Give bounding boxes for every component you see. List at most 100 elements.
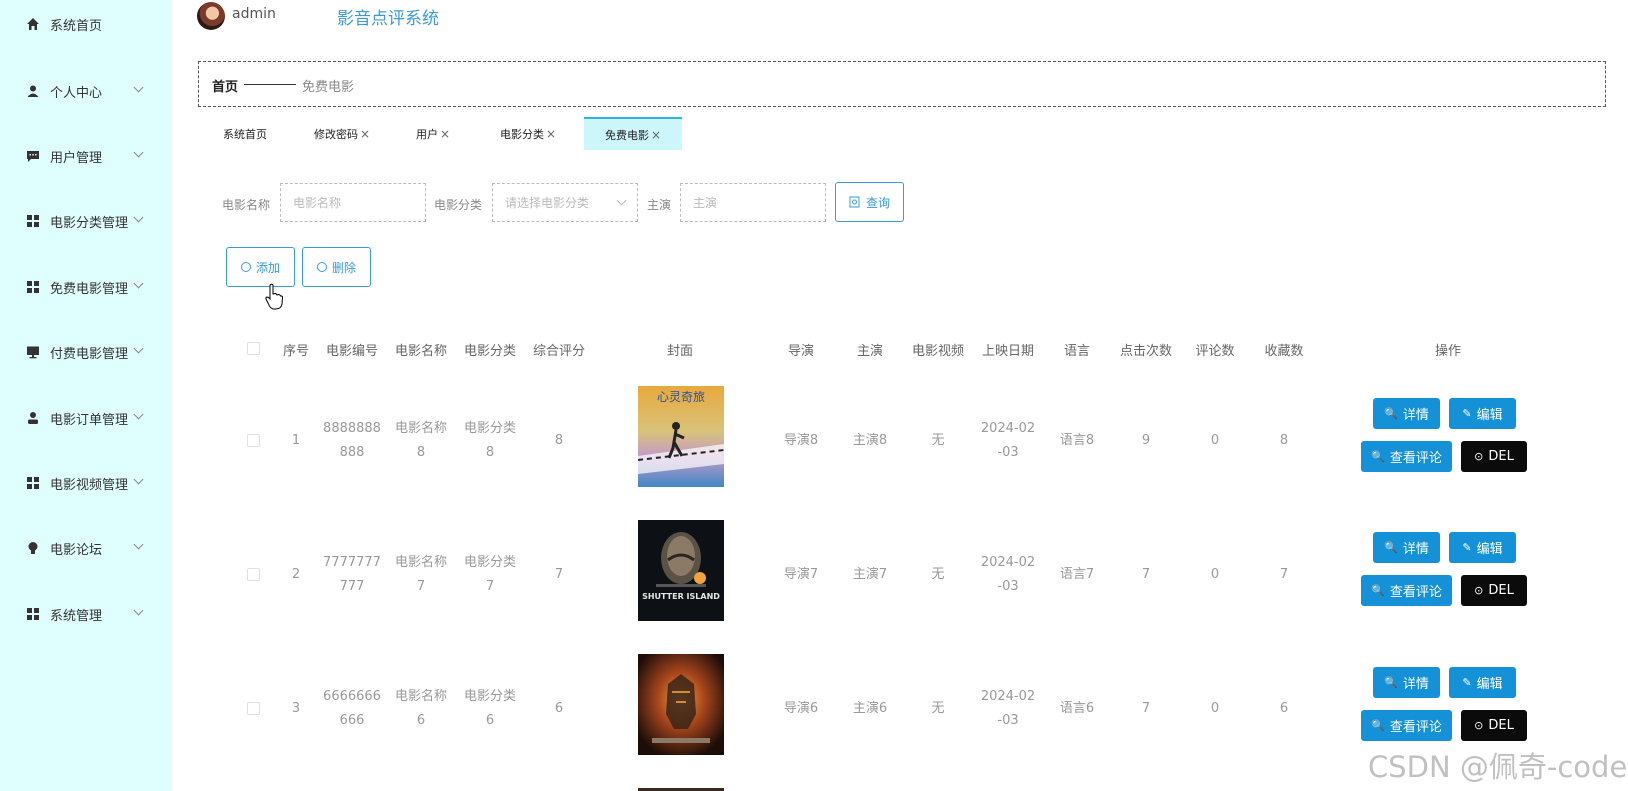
sidebar-item-paid-movie-management[interactable]: 付费电影管理 bbox=[0, 332, 172, 372]
close-icon[interactable]: × bbox=[440, 127, 450, 141]
query-button-label: 查询 bbox=[865, 195, 890, 210]
detail-button[interactable]: 🔍 详情 bbox=[1373, 667, 1440, 698]
cell-code: 8888888 bbox=[323, 421, 381, 436]
actor-input[interactable]: 主演 bbox=[680, 183, 826, 222]
sidebar-item-label: 个人中心 bbox=[50, 85, 103, 101]
edit-button[interactable]: ✎ 编辑 bbox=[1449, 398, 1516, 429]
tab-label: 用户 bbox=[415, 127, 438, 141]
sidebar-item-label: 系统管理 bbox=[50, 608, 103, 624]
del-button-label: DEL bbox=[1488, 583, 1514, 598]
sidebar-item-label: 系统首页 bbox=[50, 18, 103, 34]
cell-video: 无 bbox=[931, 701, 945, 716]
svg-text:心灵奇旅: 心灵奇旅 bbox=[657, 390, 705, 404]
row-checkbox[interactable] bbox=[247, 702, 260, 715]
sidebar-item-forum[interactable]: 电影论坛 bbox=[0, 528, 172, 568]
detail-button-label: 详情 bbox=[1402, 542, 1429, 557]
tab-bar: 系统首页 修改密码 × 用户 × 电影分类 × 免费电影 × bbox=[198, 117, 1606, 150]
sidebar-item-label: 付费电影管理 bbox=[50, 346, 129, 362]
breadcrumb-home[interactable]: 首页 bbox=[212, 76, 238, 95]
search-icon: 🔍 bbox=[1384, 676, 1398, 689]
movie-name-label: 电影名称 bbox=[222, 198, 271, 212]
breadcrumb-separator bbox=[244, 84, 296, 85]
row-checkbox[interactable] bbox=[247, 434, 260, 447]
sidebar-item-video-management[interactable]: 电影视频管理 bbox=[0, 463, 172, 503]
edit-button[interactable]: ✎ 编辑 bbox=[1449, 667, 1516, 698]
column-header: 语言 bbox=[1063, 344, 1091, 359]
cell-category: 电影分类 bbox=[463, 421, 517, 436]
column-header: 综合评分 bbox=[532, 344, 586, 359]
cell-clicks: 7 bbox=[1141, 567, 1151, 582]
cell-date: -03 bbox=[997, 579, 1019, 594]
username[interactable]: admin bbox=[232, 6, 276, 22]
del-button[interactable]: ⊙ DEL bbox=[1461, 575, 1527, 606]
view-comments-button-label: 查看评论 bbox=[1389, 720, 1442, 735]
movie-poster-image bbox=[638, 654, 724, 755]
row-checkbox[interactable] bbox=[247, 568, 260, 581]
tab-label: 修改密码 bbox=[313, 127, 358, 141]
cell-category: 电影分类 bbox=[463, 689, 517, 704]
cell-score: 7 bbox=[554, 567, 564, 582]
movie-category-select[interactable]: 请选择电影分类 bbox=[492, 183, 638, 222]
add-button-label: 添加 bbox=[255, 260, 280, 275]
sidebar-item-label: 电影订单管理 bbox=[50, 412, 129, 428]
cell-index: 1 bbox=[291, 433, 301, 448]
sidebar-item-system-management[interactable]: 系统管理 bbox=[0, 594, 172, 634]
sidebar-item-home[interactable]: 系统首页 bbox=[0, 4, 172, 44]
grid-icon bbox=[27, 608, 39, 620]
view-comments-button-label: 查看评论 bbox=[1389, 451, 1442, 466]
tab-free-movie[interactable]: 免费电影 × bbox=[584, 117, 682, 150]
delete-button[interactable]: 删除 bbox=[302, 247, 371, 287]
cell-actor: 主演7 bbox=[852, 567, 888, 582]
cell-category: 6 bbox=[485, 713, 495, 728]
add-button[interactable]: 添加 bbox=[226, 247, 295, 287]
sidebar-item-free-movie-management[interactable]: 免费电影管理 bbox=[0, 267, 172, 307]
view-comments-button[interactable]: 🔍 查看评论 bbox=[1361, 710, 1452, 741]
view-comments-button[interactable]: 🔍 查看评论 bbox=[1361, 441, 1452, 472]
edit-button-label: 编辑 bbox=[1476, 677, 1503, 692]
movie-poster-image: SHUTTER ISLAND bbox=[638, 520, 724, 621]
detail-button-label: 详情 bbox=[1402, 408, 1429, 423]
cell-favorites: 8 bbox=[1279, 433, 1289, 448]
cell-comments: 0 bbox=[1210, 567, 1220, 582]
close-icon[interactable]: × bbox=[651, 128, 661, 142]
cell-date: -03 bbox=[997, 713, 1019, 728]
close-icon[interactable]: × bbox=[546, 127, 556, 141]
del-button[interactable]: ⊙ DEL bbox=[1461, 710, 1527, 741]
close-icon[interactable]: × bbox=[360, 127, 370, 141]
cell-date: 2024-02 bbox=[980, 555, 1036, 570]
movie-name-input[interactable]: 电影名称 bbox=[280, 183, 426, 222]
app-title: 影音点评系统 bbox=[337, 9, 439, 29]
column-header: 导演 bbox=[787, 344, 815, 359]
breadcrumb: 首页 免费电影 bbox=[198, 61, 1606, 107]
grid-icon bbox=[27, 477, 39, 489]
tab-user[interactable]: 用户 × bbox=[404, 117, 462, 150]
column-header: 点击次数 bbox=[1119, 344, 1173, 359]
tab-change-password[interactable]: 修改密码 × bbox=[302, 117, 382, 150]
cell-index: 2 bbox=[291, 567, 301, 582]
del-button[interactable]: ⊙ DEL bbox=[1461, 441, 1527, 472]
actor-placeholder: 主演 bbox=[693, 196, 718, 210]
sidebar-item-personal-center[interactable]: 个人中心 bbox=[0, 71, 172, 111]
del-button-label: DEL bbox=[1488, 718, 1514, 733]
select-all-checkbox[interactable] bbox=[247, 342, 260, 355]
sidebar-item-user-management[interactable]: 用户管理 bbox=[0, 136, 172, 176]
sidebar-item-order-management[interactable]: 电影订单管理 bbox=[0, 398, 172, 438]
column-header: 上映日期 bbox=[981, 344, 1035, 359]
query-button[interactable]: 查询 bbox=[835, 182, 904, 222]
detail-button[interactable]: 🔍 详情 bbox=[1373, 398, 1440, 429]
sidebar-item-category-management[interactable]: 电影分类管理 bbox=[0, 201, 172, 241]
tab-movie-category[interactable]: 电影分类 × bbox=[488, 117, 568, 150]
column-header: 序号 bbox=[282, 344, 310, 359]
tab-home[interactable]: 系统首页 bbox=[210, 117, 280, 150]
edit-button[interactable]: ✎ 编辑 bbox=[1449, 532, 1516, 563]
chevron-down-icon bbox=[133, 343, 144, 354]
view-comments-button[interactable]: 🔍 查看评论 bbox=[1361, 575, 1452, 606]
grid-icon bbox=[27, 215, 39, 227]
search-icon bbox=[849, 196, 860, 208]
cell-score: 6 bbox=[554, 701, 564, 716]
edit-icon: ✎ bbox=[1462, 407, 1472, 420]
movie-category-label: 电影分类 bbox=[434, 198, 483, 212]
avatar[interactable] bbox=[197, 2, 225, 30]
column-header: 操作 bbox=[1434, 344, 1462, 359]
detail-button[interactable]: 🔍 详情 bbox=[1373, 532, 1440, 563]
